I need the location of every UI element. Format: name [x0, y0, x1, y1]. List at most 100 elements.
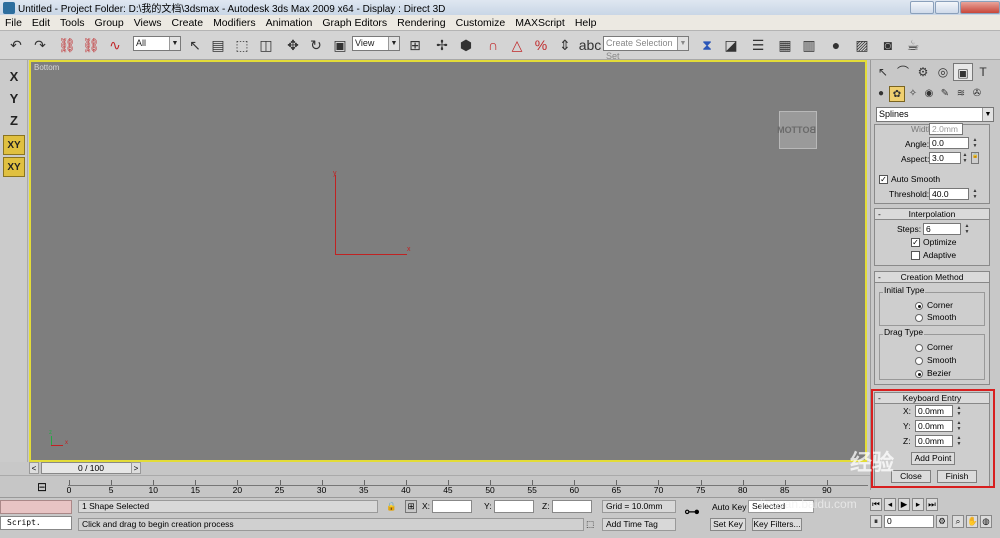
- bottom-viewport[interactable]: Bottom BOTTOM y x z x: [29, 60, 867, 462]
- optimize-checkbox[interactable]: ✓: [911, 238, 920, 247]
- geometry-icon[interactable]: ●: [873, 86, 889, 102]
- track-bar[interactable]: ⊟ 0 5 10 15 20 25 30 35 40 45 50 55 60 65 70 75 80 85 90: [0, 475, 870, 497]
- go-to-start-icon[interactable]: ⏮: [870, 498, 882, 511]
- rectangular-selection-icon[interactable]: ⬚: [232, 35, 252, 55]
- axis-xy-button[interactable]: XY: [3, 135, 25, 155]
- align-icon[interactable]: ◪: [721, 35, 741, 55]
- schematic-view-icon[interactable]: ▥: [799, 35, 819, 55]
- cameras-icon[interactable]: ◉: [921, 86, 937, 102]
- threshold-field[interactable]: 40.0: [929, 188, 969, 200]
- x-coord-field[interactable]: [432, 500, 472, 513]
- lock-icon[interactable]: 🔒: [971, 152, 979, 164]
- edit-named-selection-icon[interactable]: abc: [579, 35, 602, 55]
- pivot-center-icon[interactable]: ⊞: [405, 35, 425, 55]
- hierarchy-tab-icon[interactable]: ⚙: [913, 63, 933, 81]
- menu-graph-editors[interactable]: Graph Editors: [317, 15, 392, 31]
- set-key-button[interactable]: Set Key: [710, 518, 746, 531]
- select-and-scale-icon[interactable]: ▣: [330, 35, 350, 55]
- time-slider[interactable]: 0 / 100: [41, 462, 141, 474]
- material-editor-icon[interactable]: ●: [826, 35, 846, 55]
- play-icon[interactable]: ▶: [898, 498, 910, 511]
- shapes-icon[interactable]: ✿: [889, 86, 905, 102]
- maximize-button[interactable]: [935, 1, 959, 14]
- width-field[interactable]: 2.0mm: [929, 123, 963, 135]
- utilities-tab-icon[interactable]: T: [973, 63, 993, 81]
- select-by-name-icon[interactable]: ▤: [208, 35, 228, 55]
- drag-bezier-radio[interactable]: [915, 370, 923, 378]
- creation-method-rollout-header[interactable]: - Creation Method: [874, 271, 990, 283]
- script-input[interactable]: Script.: [0, 516, 72, 530]
- menu-edit[interactable]: Edit: [27, 15, 55, 31]
- menu-customize[interactable]: Customize: [451, 15, 511, 31]
- menu-tools[interactable]: Tools: [55, 15, 90, 31]
- auto-key-button[interactable]: Auto Key: [712, 501, 747, 514]
- aspect-field[interactable]: 3.0: [929, 152, 961, 164]
- set-key-icon[interactable]: ⊶: [684, 505, 700, 521]
- initial-smooth-radio[interactable]: [915, 314, 923, 322]
- menu-help[interactable]: Help: [570, 15, 602, 31]
- systems-icon[interactable]: ✇: [969, 86, 985, 102]
- mini-curve-editor-icon[interactable]: ⊟: [37, 480, 47, 494]
- keyboard-shortcut-icon[interactable]: ⬢: [456, 35, 476, 55]
- spinner-snap-icon[interactable]: ⇕: [555, 35, 575, 55]
- selection-lock-icon[interactable]: 🔒: [386, 500, 397, 513]
- render-setup-icon[interactable]: ▨: [852, 35, 872, 55]
- drag-smooth-radio[interactable]: [915, 357, 923, 365]
- axis-z-button[interactable]: Z: [3, 111, 25, 131]
- menu-group[interactable]: Group: [90, 15, 129, 31]
- time-tag-icon[interactable]: ⬚: [586, 518, 594, 531]
- select-and-rotate-icon[interactable]: ↻: [306, 35, 326, 55]
- menu-rendering[interactable]: Rendering: [392, 15, 450, 31]
- y-coord-field[interactable]: [494, 500, 534, 513]
- unlink-icon[interactable]: ⛓: [81, 35, 101, 55]
- render-teapot-icon[interactable]: ☕: [903, 35, 923, 55]
- layer-manager-icon[interactable]: ☰: [748, 35, 768, 55]
- menu-views[interactable]: Views: [129, 15, 167, 31]
- mirror-icon[interactable]: ⧗: [697, 35, 717, 55]
- reference-coord-dropdown[interactable]: View ▼: [352, 36, 400, 51]
- orbit-icon[interactable]: ◍: [980, 515, 992, 528]
- z-coord-field[interactable]: [552, 500, 592, 513]
- maxscript-listener-mini[interactable]: [0, 500, 72, 514]
- close-button[interactable]: [960, 1, 1000, 14]
- time-prev-icon[interactable]: <: [29, 462, 39, 474]
- menu-create[interactable]: Create: [167, 15, 209, 31]
- minimize-button[interactable]: [910, 1, 934, 14]
- curve-editor-icon[interactable]: ▦: [775, 35, 795, 55]
- menu-file[interactable]: File: [0, 15, 27, 31]
- select-manipulate-icon[interactable]: ✢: [432, 35, 452, 55]
- auto-smooth-checkbox[interactable]: ✓: [879, 175, 888, 184]
- adaptive-checkbox[interactable]: [911, 251, 920, 260]
- space-warps-icon[interactable]: ≋: [953, 86, 969, 102]
- time-config-icon[interactable]: ⚙: [936, 515, 948, 528]
- menu-animation[interactable]: Animation: [261, 15, 318, 31]
- interpolation-rollout-header[interactable]: - Interpolation: [874, 208, 990, 220]
- absolute-mode-icon[interactable]: ⊞: [405, 500, 417, 513]
- percent-snap-icon[interactable]: %: [531, 35, 551, 55]
- angle-field[interactable]: 0.0: [929, 137, 969, 149]
- named-selection-set-dropdown[interactable]: Create Selection Set ▼: [603, 36, 689, 61]
- snap-toggle-icon[interactable]: ∩: [483, 35, 503, 55]
- initial-corner-radio[interactable]: [915, 302, 923, 310]
- redo-icon[interactable]: ↷: [30, 35, 50, 55]
- angle-spinner[interactable]: ▲ ▼: [971, 137, 979, 149]
- create-tab-icon[interactable]: ↖: [873, 63, 893, 81]
- lights-icon[interactable]: ✧: [905, 86, 921, 102]
- window-crossing-icon[interactable]: ◫: [256, 35, 276, 55]
- selection-filter-dropdown[interactable]: All ▼: [133, 36, 181, 51]
- select-object-icon[interactable]: ↖: [185, 35, 205, 55]
- menu-modifiers[interactable]: Modifiers: [208, 15, 261, 31]
- select-and-link-icon[interactable]: ⛓: [57, 35, 77, 55]
- zoom-icon[interactable]: ⌕: [952, 515, 964, 528]
- modify-tab-icon[interactable]: ⌒: [893, 63, 913, 81]
- bind-to-space-warp-icon[interactable]: ∿: [105, 35, 125, 55]
- object-category-dropdown[interactable]: Splines ▼: [876, 107, 994, 122]
- add-time-tag-button[interactable]: Add Time Tag: [602, 518, 676, 531]
- threshold-spinner[interactable]: ▲ ▼: [971, 188, 979, 200]
- steps-field[interactable]: 6: [923, 223, 961, 235]
- motion-tab-icon[interactable]: ◎: [933, 63, 953, 81]
- helpers-icon[interactable]: ✎: [937, 86, 953, 102]
- aspect-spinner[interactable]: ▲ ▼: [961, 152, 969, 164]
- current-frame-field[interactable]: 0: [884, 515, 934, 528]
- rendered-frame-icon[interactable]: ◙: [878, 35, 898, 55]
